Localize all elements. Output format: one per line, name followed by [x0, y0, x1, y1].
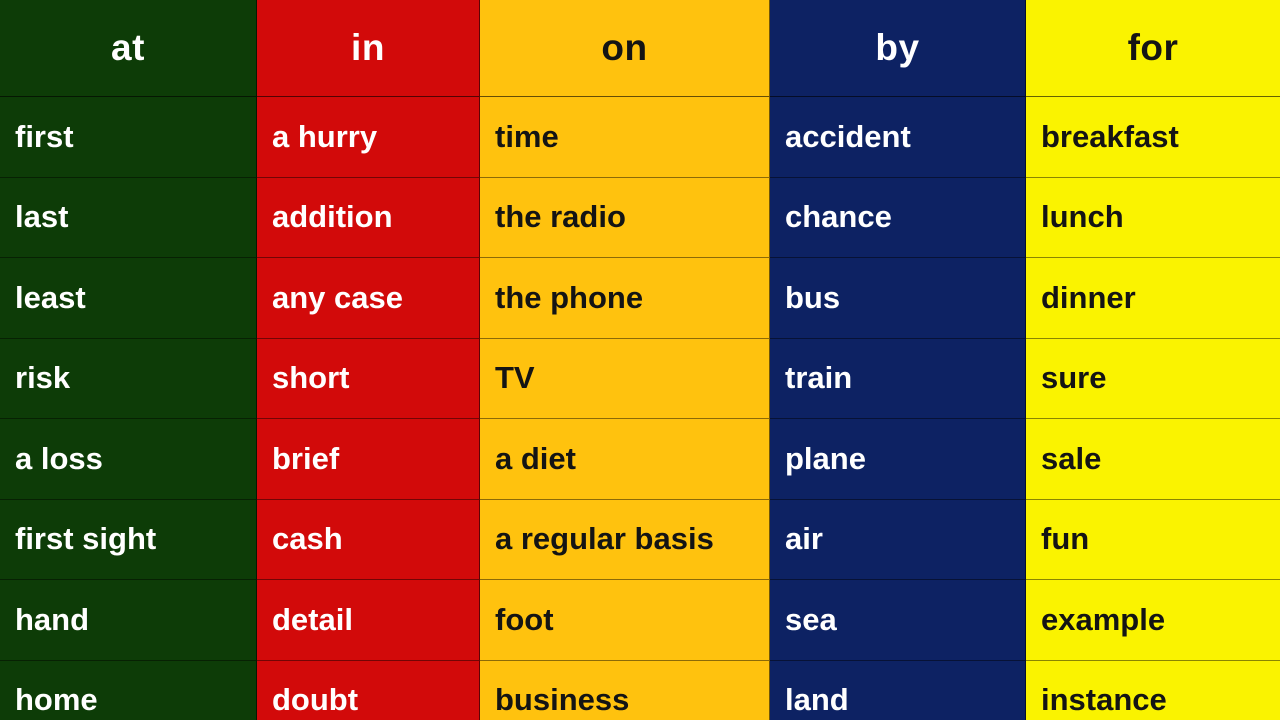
table-cell: TV	[480, 338, 770, 419]
table-cell: brief	[257, 419, 480, 500]
table-cell: hand	[0, 580, 257, 661]
cell-label: sure	[1041, 360, 1107, 396]
table-cell: home	[0, 660, 257, 720]
table-cell: plane	[770, 419, 1026, 500]
table-cell: doubt	[257, 660, 480, 720]
table-cell: air	[770, 499, 1026, 580]
table-cell: instance	[1026, 660, 1280, 720]
cell-label: short	[272, 360, 350, 396]
cell-label: a hurry	[272, 118, 378, 154]
table-cell: accident	[770, 97, 1026, 178]
table-cell: sea	[770, 580, 1026, 661]
table-cell: breakfast	[1026, 97, 1280, 178]
cell-label: breakfast	[1041, 118, 1179, 154]
cell-label: business	[495, 682, 630, 718]
cell-label: fun	[1041, 521, 1090, 557]
cell-label: accident	[785, 118, 911, 154]
cell-label: a loss	[15, 440, 103, 476]
table-cell: last	[0, 177, 257, 258]
column-header-label: for	[1127, 27, 1179, 68]
prepositions-table: at in on by for first a hurry time accid…	[0, 0, 1280, 720]
cell-label: any case	[272, 279, 403, 315]
column-header-label: on	[601, 27, 648, 68]
table-cell: bus	[770, 258, 1026, 339]
table-cell: risk	[0, 338, 257, 419]
table-cell: short	[257, 338, 480, 419]
cell-label: last	[15, 199, 69, 235]
table-cell: the radio	[480, 177, 770, 258]
cell-label: lunch	[1041, 199, 1124, 235]
table-cell: detail	[257, 580, 480, 661]
table-cell: sure	[1026, 338, 1280, 419]
cell-label: cash	[272, 521, 343, 557]
table-cell: cash	[257, 499, 480, 580]
table-cell: a hurry	[257, 97, 480, 178]
cell-label: time	[495, 118, 559, 154]
column-header-label: by	[875, 27, 920, 68]
table-cell: first	[0, 97, 257, 178]
cell-label: brief	[272, 440, 340, 476]
table-cell: time	[480, 97, 770, 178]
column-header-for: for	[1026, 0, 1280, 97]
table-cell: a regular basis	[480, 499, 770, 580]
table-cell: land	[770, 660, 1026, 720]
table-grid: at in on by for first a hurry time accid…	[0, 0, 1280, 720]
column-header-on: on	[480, 0, 770, 97]
cell-label: least	[15, 279, 86, 315]
cell-label: addition	[272, 199, 393, 235]
column-header-label: in	[351, 27, 385, 68]
cell-label: plane	[785, 440, 866, 476]
table-cell: the phone	[480, 258, 770, 339]
cell-label: air	[785, 521, 823, 557]
cell-label: bus	[785, 279, 841, 315]
table-cell: a loss	[0, 419, 257, 500]
table-cell: addition	[257, 177, 480, 258]
cell-label: TV	[495, 360, 535, 396]
cell-label: first	[15, 118, 74, 154]
table-cell: dinner	[1026, 258, 1280, 339]
cell-label: chance	[785, 199, 892, 235]
table-cell: least	[0, 258, 257, 339]
column-header-label: at	[111, 27, 145, 68]
cell-label: sea	[785, 601, 837, 637]
cell-label: a regular basis	[495, 521, 714, 557]
cell-label: land	[785, 682, 849, 718]
table-cell: lunch	[1026, 177, 1280, 258]
column-header-by: by	[770, 0, 1026, 97]
cell-label: dinner	[1041, 279, 1136, 315]
table-cell: example	[1026, 580, 1280, 661]
table-cell: business	[480, 660, 770, 720]
cell-label: risk	[15, 360, 71, 396]
cell-label: a diet	[495, 440, 576, 476]
cell-label: detail	[272, 601, 353, 637]
cell-label: home	[15, 682, 98, 718]
cell-label: foot	[495, 601, 554, 637]
table-cell: any case	[257, 258, 480, 339]
cell-label: the radio	[495, 199, 626, 235]
cell-label: instance	[1041, 682, 1167, 718]
column-header-in: in	[257, 0, 480, 97]
table-cell: a diet	[480, 419, 770, 500]
table-cell: fun	[1026, 499, 1280, 580]
cell-label: example	[1041, 601, 1166, 637]
column-header-at: at	[0, 0, 257, 97]
cell-label: hand	[15, 601, 90, 637]
table-cell: sale	[1026, 419, 1280, 500]
cell-label: doubt	[272, 682, 359, 718]
cell-label: the phone	[495, 279, 644, 315]
cell-label: train	[785, 360, 853, 396]
table-cell: foot	[480, 580, 770, 661]
table-cell: chance	[770, 177, 1026, 258]
cell-label: first sight	[15, 521, 157, 557]
table-cell: first sight	[0, 499, 257, 580]
cell-label: sale	[1041, 440, 1102, 476]
table-cell: train	[770, 338, 1026, 419]
